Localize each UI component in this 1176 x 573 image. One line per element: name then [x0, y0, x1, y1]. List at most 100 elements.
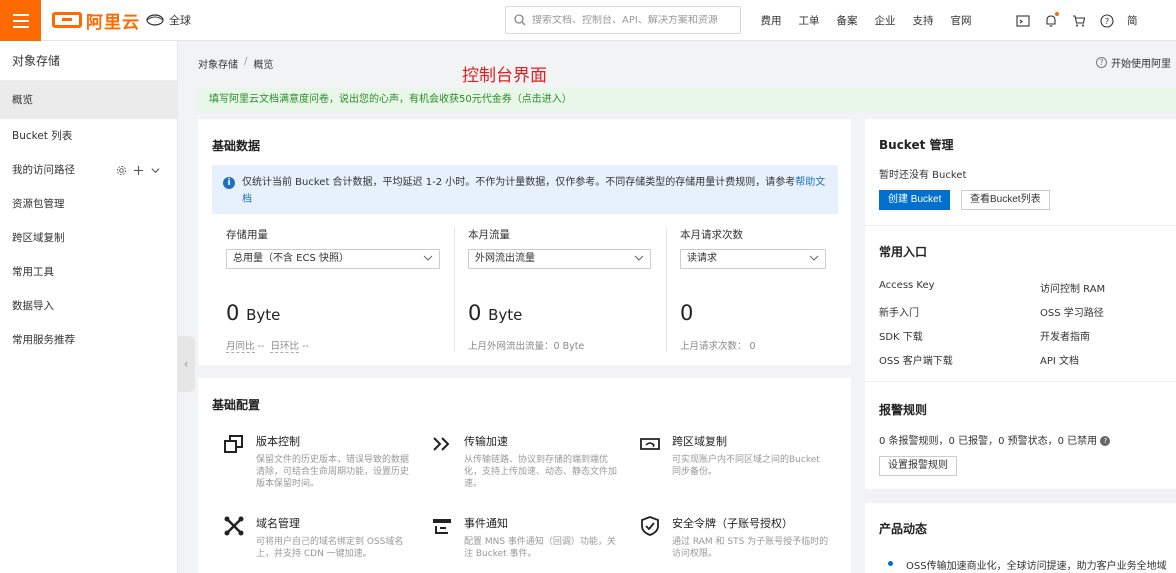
news-item[interactable]: OSS传输加速商业化，全球访问提速，助力客户业务全地域 [906, 557, 1167, 572]
traffic-select[interactable]: 外网流出流量 [468, 249, 651, 269]
plus-icon[interactable] [133, 165, 144, 176]
create-bucket-button[interactable]: 创建 Bucket [879, 190, 951, 210]
double-chevron-right-icon [433, 437, 450, 451]
breadcrumb-root[interactable]: 对象存储 [198, 56, 238, 71]
metric-traffic: 本月流量 外网流出流量 0 Byte 上月外网流出流量：0 Byte [468, 227, 651, 357]
basic-data-title: 基础数据 [212, 139, 261, 153]
sidebar-item-cross-region[interactable]: 跨区域复制 [0, 221, 177, 255]
globe-icon [146, 14, 164, 26]
top-icons: ? 简 [1015, 0, 1138, 41]
notice-link[interactable]: 点击进入 [522, 94, 562, 105]
feature-name: 安全令牌（子账号授权） [672, 517, 793, 530]
select-value: 读请求 [687, 253, 717, 264]
sidebar-item-bucket-list[interactable]: Bucket 列表 [0, 119, 177, 153]
notice-tail: ） [561, 94, 572, 105]
getting-started-link[interactable]: ? 开始使用阿里 [1096, 55, 1171, 70]
alarm-rules-card: 报警规则 0 条报警规则，0 已报警，0 预警状态，0 已禁用 ? 设置报警规则 [865, 381, 1176, 489]
entry-access-key[interactable]: Access Key [879, 280, 935, 291]
divider [666, 227, 667, 352]
value-number: 0 [468, 301, 482, 325]
bucket-management-title: Bucket 管理 [879, 138, 954, 152]
nav-official-site[interactable]: 官网 [942, 13, 980, 28]
breadcrumb-separator: / [244, 56, 248, 67]
top-bar: 阿里云 全球 费用 工单 备案 企业 支持 官网 ? 简 [0, 0, 1176, 41]
feature-name: 版本控制 [256, 435, 300, 448]
event-icon [433, 519, 451, 534]
sidebar-item-tools[interactable]: 常用工具 [0, 255, 177, 289]
menu-icon[interactable] [0, 0, 41, 41]
alarm-summary-text: 0 条报警规则，0 已报警，0 预警状态，0 已禁用 [879, 436, 1098, 447]
breadcrumb: 对象存储 / 概览 [198, 56, 273, 71]
cart-icon[interactable] [1071, 13, 1087, 29]
bell-icon[interactable] [1043, 11, 1059, 29]
nav-support[interactable]: 支持 [904, 13, 942, 28]
domain-icon [224, 516, 244, 536]
value-number: 0 [680, 301, 694, 325]
feature-desc: 保留文件的历史版本，错误导致的数据清除，可结合生命周期功能，设置历史版本保留时间… [256, 455, 410, 489]
versions-icon [224, 435, 243, 453]
nav-ticket[interactable]: 工单 [790, 13, 828, 28]
product-news-card: 产品动态 OSS传输加速商业化，全球访问提速，助力客户业务全地域 [865, 503, 1176, 573]
sidebar-item-overview[interactable]: 概览 [0, 81, 177, 119]
dod-value: -- [302, 341, 309, 352]
metric-requests: 本月请求次数 读请求 0 上月请求次数： 0 [680, 227, 826, 357]
search-input[interactable] [532, 14, 732, 26]
requests-select[interactable]: 读请求 [680, 249, 826, 269]
info-box: i 仅统计当前 Bucket 合计数据，平均延迟 1-2 小时。不作为计量数据，… [212, 165, 838, 214]
nav-billing[interactable]: 费用 [752, 13, 790, 28]
sidebar-item-label: 我的访问路径 [12, 164, 75, 176]
terminal-icon[interactable] [1015, 13, 1031, 29]
nav-language[interactable]: 简 [1127, 13, 1138, 28]
storage-usage-select[interactable]: 总用量（不含 ECS 快照） [226, 249, 440, 269]
question-icon: ? [1096, 57, 1107, 68]
entry-sdk-download[interactable]: SDK 下载 [879, 328, 923, 343]
entry-ram[interactable]: 访问控制 RAM [1040, 280, 1105, 295]
notice-text: 填写阿里云文档满意度问卷，说出您的心声，有机会收获50元代金券（ [209, 94, 522, 105]
feature-desc: 从传输链路、协议到存储的端到端优化，支持上传加速、动态、静态文件加速。 [464, 455, 618, 489]
sidebar-item-data-import[interactable]: 数据导入 [0, 289, 177, 323]
region-label: 全球 [169, 14, 191, 27]
bullet-icon [888, 561, 893, 566]
getting-started-label: 开始使用阿里 [1111, 59, 1171, 70]
entry-developer-guide[interactable]: 开发者指南 [1040, 328, 1090, 343]
divider [454, 227, 455, 352]
sidebar-item-my-access-path[interactable]: 我的访问路径 [0, 153, 177, 187]
sidebar: 对象存储 概览 Bucket 列表 我的访问路径 资源包管理 跨区域复制 常用工… [0, 41, 178, 573]
view-bucket-list-button[interactable]: 查看Bucket列表 [961, 190, 1050, 210]
no-bucket-text: 暂时还没有 Bucket [879, 170, 967, 181]
logo[interactable]: 阿里云 [52, 8, 140, 33]
sidebar-item-resource-pack[interactable]: 资源包管理 [0, 187, 177, 221]
value-unit: Byte [246, 306, 281, 324]
basic-config-title: 基础配置 [212, 398, 261, 412]
entry-api-docs[interactable]: API 文档 [1040, 352, 1079, 367]
entry-learning-path[interactable]: OSS 学习路径 [1040, 304, 1104, 319]
chevron-down-icon[interactable] [150, 165, 161, 176]
feature-name: 事件通知 [464, 517, 508, 530]
nav-enterprise[interactable]: 企业 [866, 13, 904, 28]
dod-label: 日环比 [270, 341, 299, 353]
metric-compare: 月同比 -- 日环比 -- [226, 338, 309, 353]
sidebar-collapse-handle[interactable]: ‹ [177, 336, 195, 392]
feature-name: 域名管理 [256, 517, 300, 530]
chevron-down-icon [423, 255, 433, 261]
help-icon[interactable]: ? [1099, 13, 1115, 29]
nav-filing[interactable]: 备案 [828, 13, 866, 28]
metric-value: 0 [680, 301, 693, 325]
alarm-rules-title: 报警规则 [879, 403, 928, 417]
entry-client-download[interactable]: OSS 客户端下载 [879, 352, 953, 367]
question-icon[interactable]: ? [1100, 436, 1111, 446]
metric-prev: 上月外网流出流量：0 Byte [468, 341, 585, 352]
breadcrumb-current: 概览 [253, 60, 274, 71]
annotation-label: 控制台界面 [462, 66, 547, 86]
region-selector[interactable]: 全球 [145, 12, 191, 28]
yoy-label: 月同比 [226, 341, 255, 353]
search-box[interactable] [505, 6, 741, 34]
feature-desc: 可将用户自己的域名绑定到 OSS域名上，并支持 CDN 一键加速。 [256, 537, 404, 559]
sidebar-title: 对象存储 [0, 41, 177, 81]
entry-getting-started[interactable]: 新手入门 [879, 304, 919, 319]
gear-icon[interactable] [116, 165, 127, 176]
set-alarm-rule-button[interactable]: 设置报警规则 [879, 456, 957, 476]
sidebar-item-recommended[interactable]: 常用服务推荐 [0, 323, 177, 357]
chevron-down-icon [634, 255, 644, 261]
survey-notice: 填写阿里云文档满意度问卷，说出您的心声，有机会收获50元代金券（点击进入） [198, 88, 1176, 112]
